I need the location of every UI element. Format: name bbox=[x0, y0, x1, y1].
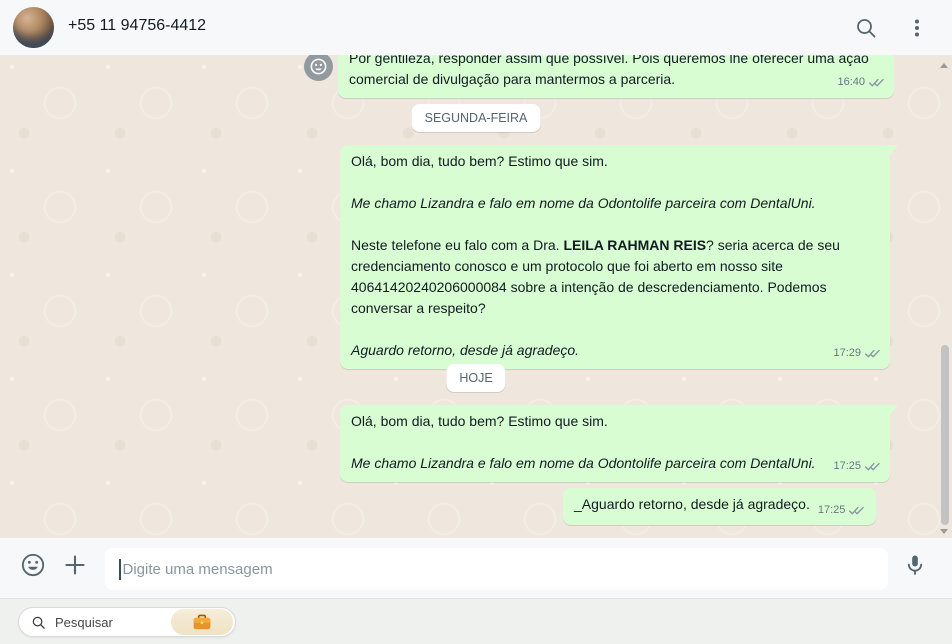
chat-header[interactable]: +55 11 94756-4412 bbox=[0, 0, 952, 55]
taskbar-search-box[interactable]: Pesquisar bbox=[18, 607, 236, 637]
message-bubble-outgoing[interactable]: Olá, bom dia, tudo bem? Estimo que sim. … bbox=[340, 405, 898, 482]
message-meta: 17:25 bbox=[818, 500, 866, 521]
message-meta: 17:25 bbox=[833, 456, 881, 477]
message-text: Neste telefone eu falo com a Dra. LEILA … bbox=[351, 237, 840, 316]
text-caret bbox=[119, 558, 121, 580]
message-bubble-outgoing[interactable]: _Aguardo retorno, desde já agradeço. 17:2… bbox=[563, 488, 877, 525]
kebab-menu-icon[interactable] bbox=[903, 14, 931, 42]
message-text: Olá, bom dia, tudo bem? Estimo que sim. bbox=[351, 153, 608, 169]
message-meta: 17:29 bbox=[833, 343, 881, 364]
message-text-bold: LEILA RAHMAN REIS bbox=[563, 237, 707, 253]
message-time: 17:25 bbox=[833, 460, 861, 472]
message-meta: 16:40 bbox=[837, 72, 885, 93]
double-check-icon bbox=[864, 462, 880, 471]
scrollbar-down-arrow[interactable] bbox=[940, 529, 948, 534]
double-check-icon bbox=[864, 349, 880, 358]
contact-avatar[interactable] bbox=[13, 7, 54, 48]
chat-message-area: Por gentileza, responder assim que possí… bbox=[0, 55, 952, 538]
message-text-italic: Me chamo Lizandra e falo em nome da Odon… bbox=[351, 195, 816, 211]
search-highlight-briefcase-icon[interactable] bbox=[171, 609, 233, 635]
voice-message-mic-icon[interactable] bbox=[900, 550, 930, 580]
message-text: Olá, bom dia, tudo bem? Estimo que sim. bbox=[351, 413, 608, 429]
scrollbar-up-arrow[interactable] bbox=[940, 63, 948, 68]
double-check-icon bbox=[849, 506, 865, 515]
message-time: 17:29 bbox=[833, 347, 861, 359]
message-time: 17:25 bbox=[817, 504, 846, 516]
date-separator-monday: SEGUNDA-FEIRA bbox=[411, 104, 541, 132]
search-icon bbox=[32, 616, 45, 629]
message-input[interactable]: Digite uma mensagem bbox=[105, 548, 888, 590]
message-time: 16:40 bbox=[837, 76, 865, 88]
message-text-italic: Me chamo Lizandra e falo em nome da Odon… bbox=[351, 455, 816, 471]
message-bubble-outgoing[interactable]: Por gentileza, responder assim que possí… bbox=[338, 55, 894, 98]
message-text: Por gentileza, responder assim que possí… bbox=[349, 55, 869, 87]
emoji-picker-icon[interactable] bbox=[18, 550, 48, 580]
search-icon[interactable] bbox=[852, 14, 880, 42]
taskbar-search-placeholder: Pesquisar bbox=[55, 614, 113, 630]
message-text-italic: Aguardo retorno, desde já agradeço. bbox=[351, 342, 580, 358]
message-bubble-outgoing[interactable]: Olá, bom dia, tudo bem? Estimo que sim. … bbox=[340, 145, 898, 369]
date-separator-today: HOJE bbox=[446, 364, 506, 392]
message-composer-bar: Digite uma mensagem bbox=[0, 538, 952, 598]
windows-taskbar: Pesquisar T ✂++ bbox=[0, 598, 952, 644]
whatsapp-window: +55 11 94756-4412 Por gentileza, respond… bbox=[0, 0, 952, 644]
react-emoji-button[interactable] bbox=[304, 55, 333, 81]
double-check-icon bbox=[868, 78, 884, 87]
chat-scrollbar[interactable] bbox=[938, 55, 952, 538]
message-text: _Aguardo retorno, desde já agradeço. bbox=[574, 496, 810, 512]
message-input-placeholder: Digite uma mensagem bbox=[122, 560, 273, 578]
scrollbar-thumb[interactable] bbox=[941, 345, 949, 525]
contact-phone-title[interactable]: +55 11 94756-4412 bbox=[68, 17, 206, 35]
attach-plus-icon[interactable] bbox=[60, 550, 90, 580]
